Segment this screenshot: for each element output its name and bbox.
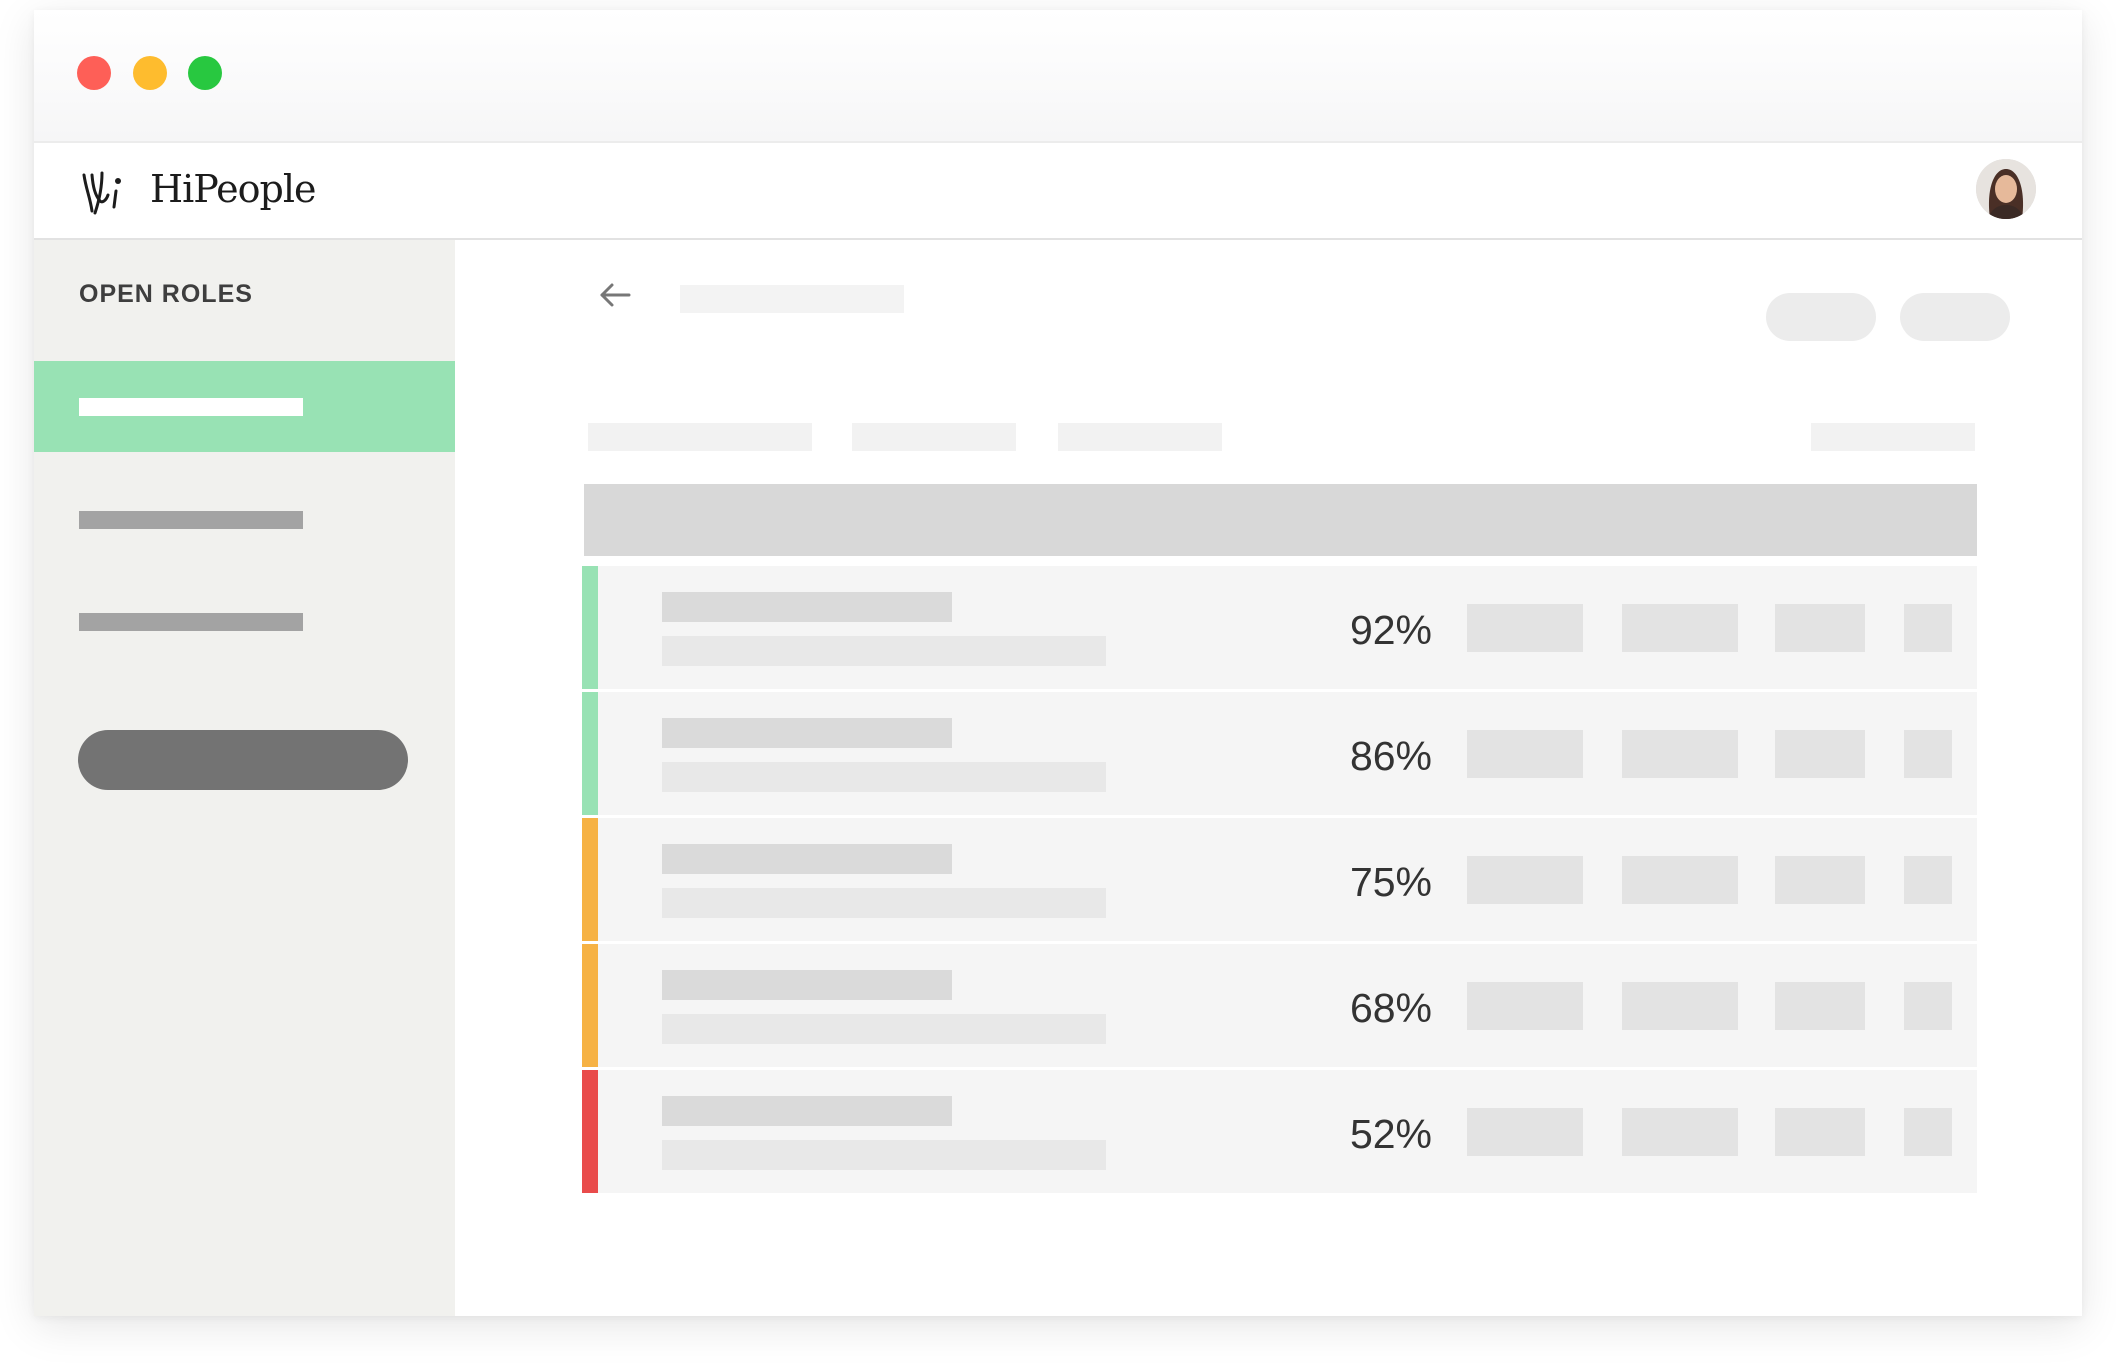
table-cell (1775, 1108, 1865, 1156)
table-cell (1904, 604, 1952, 652)
candidate-detail-placeholder (662, 1140, 1106, 1170)
app-header: HiPeople (34, 143, 2082, 240)
candidate-name-placeholder (662, 592, 952, 622)
table-cell (1622, 982, 1738, 1030)
table-header (584, 484, 1977, 556)
sidebar-title: OPEN ROLES (79, 280, 253, 308)
candidate-detail-placeholder (662, 888, 1106, 918)
table-cell (1622, 730, 1738, 778)
header-action-button[interactable] (1766, 293, 1876, 341)
candidate-name-placeholder (662, 970, 952, 1000)
candidate-name-placeholder (662, 718, 952, 748)
table-cell (1622, 604, 1738, 652)
table-row[interactable]: 68% (582, 944, 1977, 1067)
minimize-window-button[interactable] (133, 56, 167, 90)
table-row[interactable]: 86% (582, 692, 1977, 815)
header-action-button[interactable] (1900, 293, 2010, 341)
table-cell (1467, 982, 1583, 1030)
close-window-button[interactable] (77, 56, 111, 90)
sidebar: OPEN ROLES (34, 240, 455, 1316)
score-accent (582, 566, 598, 689)
table-row[interactable]: 52% (582, 1070, 1977, 1193)
table-cell (1775, 982, 1865, 1030)
table-cell (1467, 1108, 1583, 1156)
maximize-window-button[interactable] (188, 56, 222, 90)
table-cell (1904, 730, 1952, 778)
table-cell (1775, 730, 1865, 778)
score-value: 86% (1349, 733, 1432, 779)
arrow-left-icon[interactable] (597, 280, 633, 310)
score-accent (582, 692, 598, 815)
sidebar-item[interactable] (79, 613, 303, 631)
table-cell (1467, 730, 1583, 778)
score-value: 68% (1349, 985, 1432, 1031)
score-accent (582, 1070, 598, 1193)
filter-placeholder[interactable] (1058, 423, 1222, 451)
score-value: 75% (1349, 859, 1432, 905)
breadcrumb-placeholder (680, 285, 904, 313)
candidate-detail-placeholder (662, 762, 1106, 792)
score-accent (582, 944, 598, 1067)
table-cell (1904, 856, 1952, 904)
score-accent (582, 818, 598, 941)
table-cell (1904, 982, 1952, 1030)
sidebar-item-label-placeholder (79, 398, 303, 416)
table-cell (1467, 604, 1583, 652)
score-value: 92% (1349, 607, 1432, 653)
user-avatar[interactable] (1976, 159, 2036, 219)
score-value: 52% (1349, 1111, 1432, 1157)
table-cell (1775, 604, 1865, 652)
user-avatar-image (1976, 159, 2036, 219)
table-cell (1904, 1108, 1952, 1156)
window-titlebar (34, 10, 2082, 143)
candidate-name-placeholder (662, 844, 952, 874)
table-cell (1622, 856, 1738, 904)
sort-placeholder[interactable] (1811, 423, 1975, 451)
candidate-detail-placeholder (662, 636, 1106, 666)
table-cell (1467, 856, 1583, 904)
table-cell (1775, 856, 1865, 904)
table-cell (1622, 1108, 1738, 1156)
filter-placeholder[interactable] (852, 423, 1016, 451)
candidate-name-placeholder (662, 1096, 952, 1126)
sidebar-action-button[interactable] (78, 730, 408, 790)
app-window: HiPeople OPEN ROLES 92% 86% 75% 68% 52% (34, 10, 2082, 1316)
sidebar-item-active[interactable] (34, 361, 455, 452)
filter-placeholder[interactable] (588, 423, 812, 451)
candidate-detail-placeholder (662, 1014, 1106, 1044)
table-row[interactable]: 92% (582, 566, 1977, 689)
sidebar-item[interactable] (79, 511, 303, 529)
table-row[interactable]: 75% (582, 818, 1977, 941)
hipeople-logo-icon (82, 171, 121, 215)
main-content: 92% 86% 75% 68% 52% (455, 240, 2082, 1316)
brand-name: HiPeople (150, 167, 316, 211)
